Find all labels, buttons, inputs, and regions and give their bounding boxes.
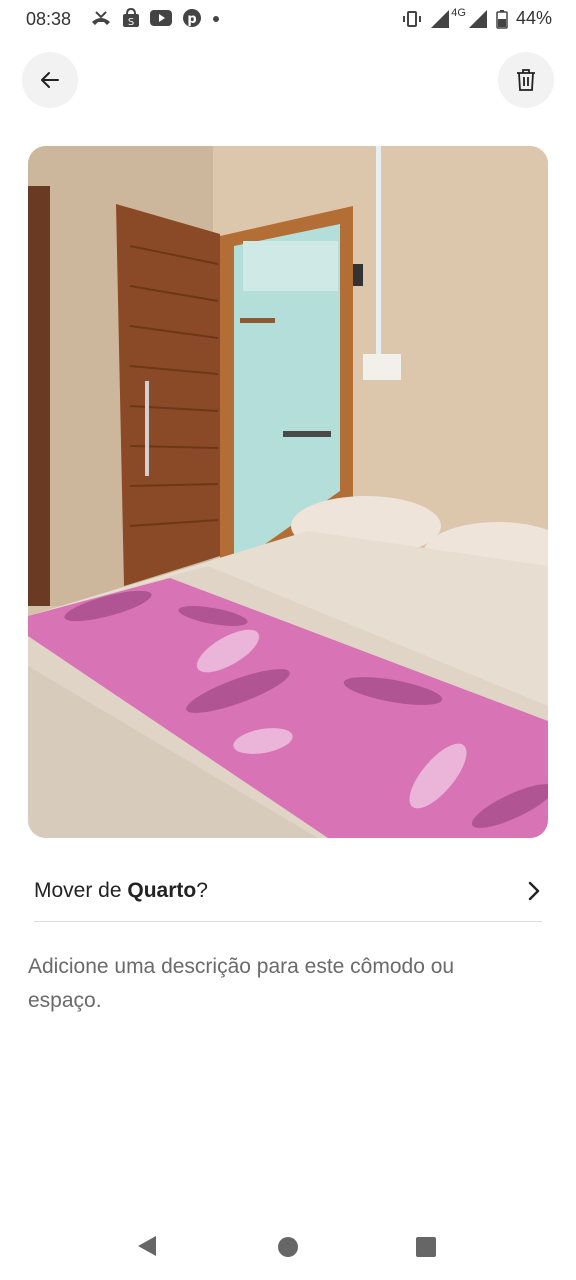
delete-photo-button[interactable] bbox=[498, 52, 554, 108]
nav-home-icon[interactable] bbox=[277, 1236, 299, 1258]
missed-call-icon bbox=[92, 11, 110, 25]
system-status-icons: 4G 44% bbox=[402, 6, 552, 29]
system-nav-bar bbox=[0, 1212, 576, 1280]
signal-group: 4G bbox=[430, 6, 488, 29]
move-room-suffix: ? bbox=[196, 878, 208, 902]
svg-text:S: S bbox=[128, 17, 134, 28]
status-time: 08:38 bbox=[26, 9, 72, 29]
youtube-icon bbox=[150, 10, 172, 26]
arrow-left-icon bbox=[41, 72, 59, 88]
trash-icon bbox=[517, 69, 535, 91]
bedroom-illustration bbox=[28, 146, 548, 838]
vibrate-icon bbox=[403, 10, 422, 27]
move-room-prefix: Mover de bbox=[34, 878, 128, 902]
nav-back-icon[interactable] bbox=[136, 1234, 158, 1258]
svg-text:p: p bbox=[187, 12, 196, 27]
signal-icon bbox=[468, 9, 487, 28]
pinterest-icon: p bbox=[183, 9, 201, 27]
move-room-label: Mover de Quarto? bbox=[34, 879, 208, 903]
description-input[interactable]: Adicione uma descrição para este cômodo … bbox=[28, 950, 528, 1018]
battery-icon bbox=[496, 9, 508, 29]
nav-recents-icon[interactable] bbox=[415, 1236, 437, 1258]
room-name: Quarto bbox=[127, 878, 197, 902]
chevron-right-icon bbox=[528, 881, 540, 900]
dot-icon bbox=[213, 16, 219, 22]
battery-percent: 44% bbox=[515, 8, 552, 28]
signal-icon bbox=[431, 9, 450, 28]
notification-icons: S p bbox=[90, 8, 220, 28]
bedroom-photo[interactable] bbox=[28, 146, 548, 838]
move-room-row[interactable]: Mover de Quarto? bbox=[34, 860, 542, 922]
network-type: 4G bbox=[451, 6, 466, 19]
back-button[interactable] bbox=[22, 52, 78, 108]
shopee-icon: S bbox=[123, 8, 139, 28]
status-bar: 08:38 S p 4G 44% bbox=[0, 0, 576, 44]
